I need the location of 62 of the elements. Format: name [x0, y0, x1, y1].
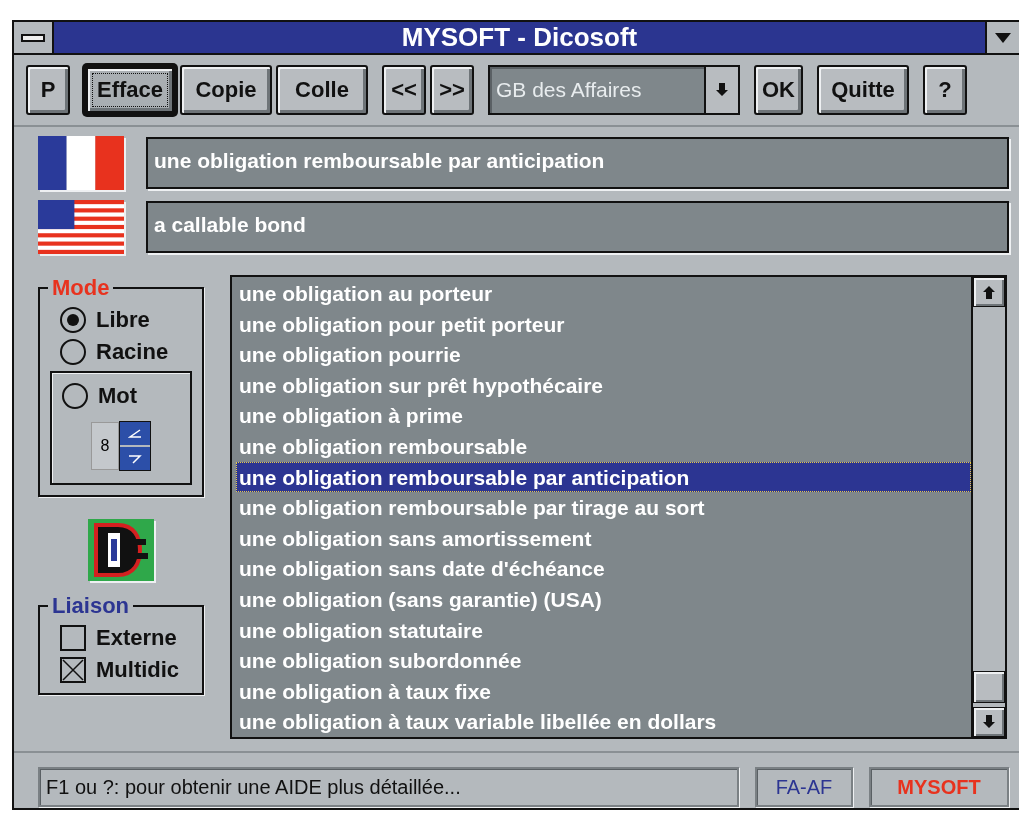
list-item[interactable]: une obligation pourrie	[236, 339, 971, 370]
checkbox[interactable]	[60, 657, 86, 683]
status-message: F1 ou ?: pour obtenir une AIDE plus détaillée...	[38, 767, 739, 807]
arrow-down-icon	[715, 82, 729, 98]
radio-button[interactable]	[60, 339, 86, 365]
list-item[interactable]: une obligation pour petit porteur	[236, 308, 971, 340]
list-item[interactable]: une obligation subordonnée	[236, 645, 971, 676]
status-code: FA-AF	[755, 767, 853, 807]
toolbar-button[interactable]: Quitte	[817, 65, 909, 115]
list-item[interactable]: une obligation à taux fixe	[236, 675, 971, 707]
checkbox-option[interactable]: Externe	[50, 625, 192, 651]
toolbar-button[interactable]: ?	[923, 65, 967, 115]
list-item[interactable]: une obligation sans amortissement	[236, 522, 971, 554]
scroll-down-button[interactable]	[973, 707, 1005, 737]
triangle-down-icon	[995, 32, 1011, 43]
toolbar-button[interactable]: P	[26, 65, 70, 115]
list-item[interactable]: une obligation (sans garantie) (USA)	[236, 583, 971, 615]
status-brand: MYSOFT	[869, 767, 1009, 807]
word-count-field[interactable]: 8	[91, 422, 119, 470]
toolbar-button[interactable]: Efface	[84, 65, 176, 115]
checkbox-option[interactable]: Multidic	[50, 657, 192, 683]
group-title: Mode	[51, 275, 111, 301]
spin-up-button[interactable]	[120, 422, 150, 445]
list-item[interactable]: une obligation statutaire	[236, 614, 971, 646]
checkbox[interactable]	[60, 625, 86, 651]
translation-field[interactable]: une obligation remboursable par anticipation	[146, 137, 1009, 189]
window-menu-button[interactable]	[985, 22, 1019, 53]
list-item[interactable]: une obligation remboursable par tirage au sort	[236, 492, 971, 523]
french-flag-icon	[38, 136, 124, 190]
radio-option[interactable]: Libre	[50, 307, 192, 333]
scrollbar[interactable]	[971, 277, 1005, 737]
list-item[interactable]: une obligation sur prêt hypothécaire	[236, 369, 971, 401]
toolbar-button[interactable]: Colle	[276, 65, 368, 115]
list-item[interactable]: une obligation remboursable	[236, 430, 971, 462]
list-item[interactable]: une obligation à prime	[236, 400, 971, 431]
list-item[interactable]: une obligation au porteur	[236, 278, 971, 309]
american-flag-icon	[38, 200, 124, 254]
spin-down-button[interactable]	[120, 447, 150, 470]
arrow-down-icon	[982, 714, 996, 730]
list-item[interactable]: une obligation remboursable par anticipation	[236, 461, 971, 493]
group-title: Liaison	[51, 593, 130, 619]
dictionary-select[interactable]: GB des Affaires	[488, 65, 740, 115]
logo-icon[interactable]	[88, 519, 154, 581]
list-item[interactable]: une obligation à taux variable libellée en dollars	[236, 706, 971, 737]
radio-option[interactable]: Racine	[50, 339, 192, 365]
radio-option[interactable]: Mot	[52, 383, 190, 409]
toolbar-button[interactable]: OK	[754, 65, 803, 115]
toolbar-button[interactable]: <<	[382, 65, 426, 115]
translation-field[interactable]: a callable bond	[146, 201, 1009, 253]
toolbar-button[interactable]: >>	[430, 65, 474, 115]
window-title: MYSOFT - Dicosoft	[400, 22, 639, 53]
radio-button[interactable]	[60, 307, 86, 333]
radio-button[interactable]	[62, 383, 88, 409]
scroll-thumb[interactable]	[973, 671, 1005, 703]
toolbar-button[interactable]: Copie	[180, 65, 272, 115]
dropdown-button[interactable]	[704, 67, 738, 113]
arrow-up-icon	[982, 284, 996, 300]
system-menu-button[interactable]	[14, 22, 54, 53]
scroll-up-button[interactable]	[973, 277, 1005, 307]
list-item[interactable]: une obligation sans date d'échéance	[236, 553, 971, 584]
dictionary-value: GB des Affaires	[495, 78, 643, 102]
minus-icon	[21, 33, 45, 42]
